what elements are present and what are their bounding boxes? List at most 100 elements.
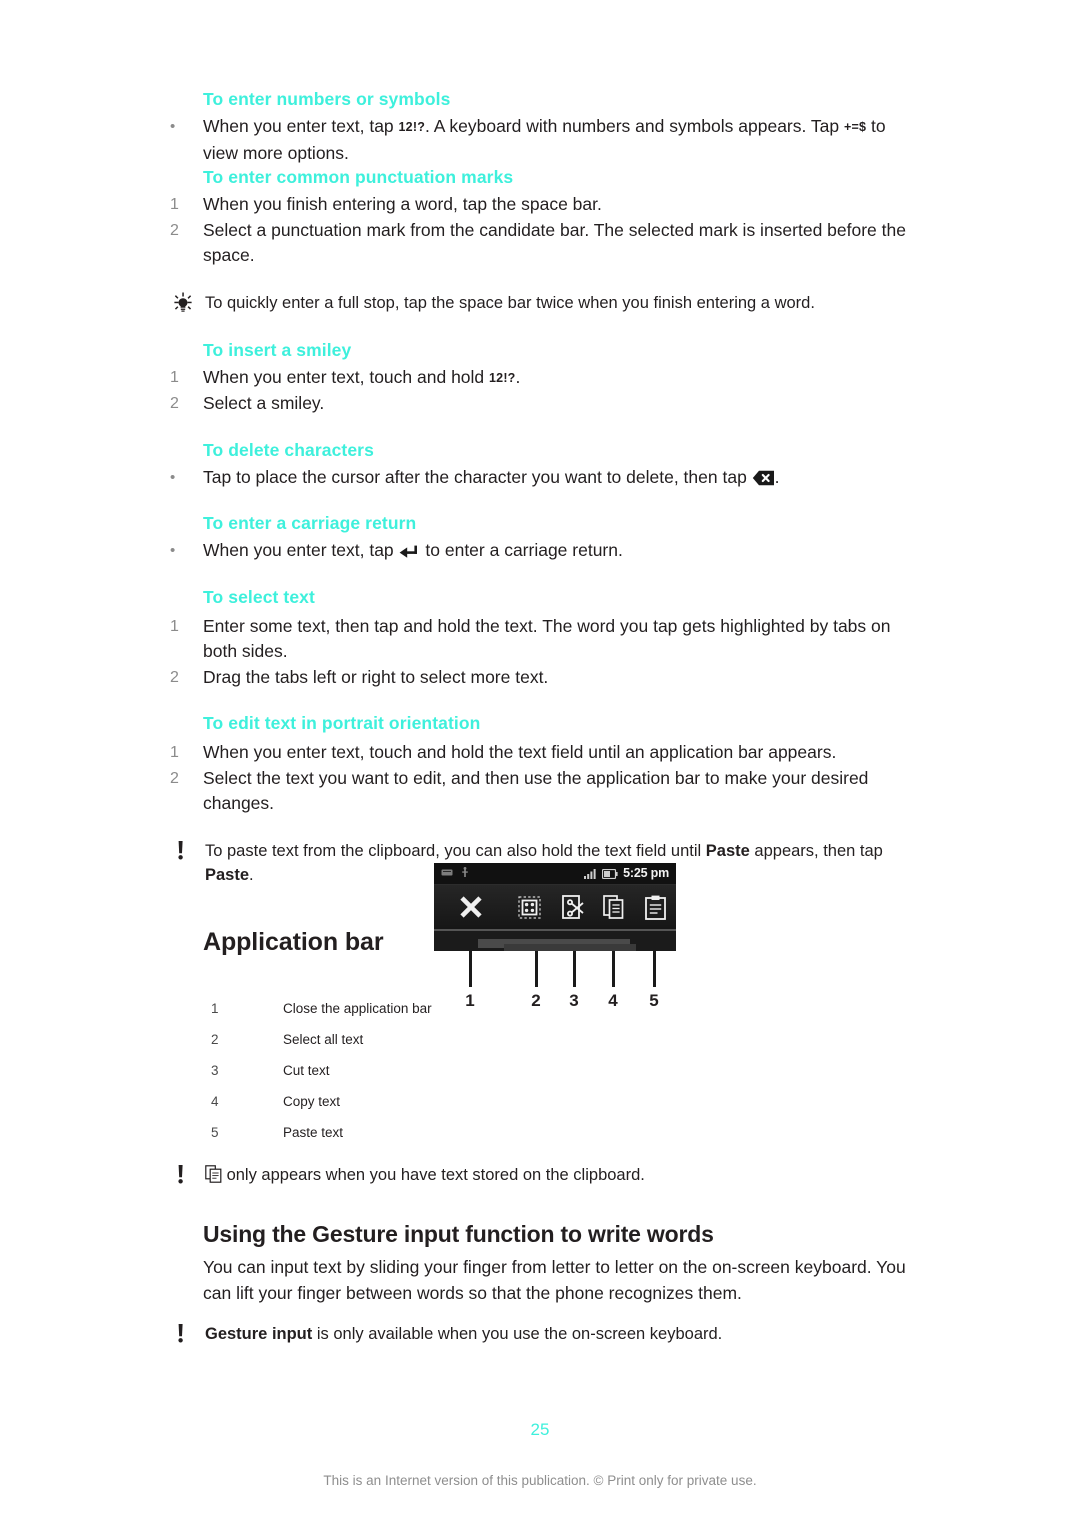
list-marker: 2 [170,395,179,412]
list-item-text: Select a smiley. [203,393,325,413]
leader-line-1 [469,951,472,987]
note-clipboard-icon-visibility: only appears when you have text stored o… [170,1163,910,1187]
strip-bar-lower [504,944,636,951]
text-run: . [774,466,780,487]
leader-line-4 [612,951,615,987]
legend-number: 2 [211,1032,219,1047]
heading-to-insert-a-smiley: To insert a smiley [203,339,352,360]
list-marker: 1 [170,744,179,761]
bold-gesture-input: Gesture input [205,1325,313,1343]
document-page: To enter numbers or symbols • When you e… [0,0,1080,1527]
legend-label: Close the application bar [283,1001,432,1016]
legend-number: 5 [211,1125,219,1140]
usb-icon [461,867,469,878]
note-text: Gesture input is only available when you… [203,1322,910,1346]
list-item: 1 When you finish entering a word, tap t… [170,192,910,218]
text-run: . [515,366,521,387]
legend-row: 2 Select all text [203,1024,763,1055]
legend-label: Select all text [283,1032,364,1047]
legend-number: 3 [211,1063,219,1078]
bold-paste-2: Paste [205,865,250,884]
heading-to-select-text: To select text [203,586,315,607]
text-run: To paste text from the clipboard, you ca… [205,841,706,860]
heading-to-enter-numbers-or-symbols: To enter numbers or symbols [203,89,451,109]
list-item-text: Enter some text, then tap and hold the t… [203,615,891,662]
copy-documents-icon[interactable] [594,885,634,929]
text-run: . [249,865,254,884]
text-run: only appears when you have text stored o… [222,1166,645,1184]
status-bar-right-icons: 5:25 pm [584,865,669,882]
list-marker: • [170,542,176,559]
callout-leader-lines [434,951,676,991]
bold-paste-1: Paste [705,841,750,860]
lightbulb-tip-icon [170,292,196,314]
battery-icon [602,868,618,879]
message-icon [441,868,453,877]
key-glyph-12: 12!? [489,370,516,385]
leader-line-3 [573,951,576,987]
text-run: appears, then tap [749,841,883,860]
cut-scissors-icon[interactable] [552,885,594,929]
list-item-text: Drag the tabs left or right to select mo… [203,666,549,687]
list-marker: • [170,118,176,135]
list-item-text: When you enter text, touch and hold the … [203,742,837,762]
list-item: 2 Select the text you want to edit, and … [170,766,910,817]
leader-line-5 [653,951,656,987]
status-bar-left-icons [441,867,469,878]
list-item: • Tap to place the cursor after the char… [170,465,910,491]
phone-screenshot: 5:25 pm [434,863,676,951]
phone-text-field-strip [434,931,676,951]
phone-application-bar [434,885,676,931]
list-marker: 2 [170,668,179,686]
footer-notice: This is an Internet version of this publ… [323,1473,757,1488]
legend-number: 4 [211,1094,219,1109]
list-item-text: When you enter text, tap 12!?. A keyboar… [203,114,910,166]
text-run: Tap to place the cursor after the charac… [203,466,752,487]
heading-to-delete-characters: To delete characters [203,439,374,460]
key-glyph-12: 12!? [398,120,426,134]
list-item: 2 Drag the tabs left or right to select … [170,665,910,691]
exclamation-note-icon [170,1323,196,1345]
list-item: 2 Select a smiley. [170,391,910,417]
select-all-grid-icon[interactable] [507,885,552,929]
text-run: When you enter text, touch and hold [203,366,490,387]
phone-status-bar: 5:25 pm [434,863,676,885]
backspace-key-icon [752,470,775,486]
page-content: To enter numbers or symbols • When you e… [170,88,910,957]
leader-line-2 [535,951,538,987]
list-item-text: When you finish entering a word, tap the… [203,194,602,214]
tip-full-stop: To quickly enter a full stop, tap the sp… [170,291,910,315]
status-bar-clock: 5:25 pm [623,866,669,880]
gesture-paragraph: You can input text by sliding your finge… [203,1257,906,1303]
list-item-text: Select the text you want to edit, and th… [203,767,869,814]
list-item: 1 When you enter text, touch and hold 12… [170,365,910,392]
legend-number: 1 [211,1001,219,1016]
text-run: is only available when you use the on-sc… [312,1325,723,1343]
list-item: • When you enter text, tap to enter a ca… [170,538,910,564]
list-marker: 1 [170,617,179,635]
note-text: only appears when you have text stored o… [203,1163,910,1187]
paste-clipboard-icon[interactable] [634,885,676,929]
legend-row: 3 Cut text [203,1055,763,1086]
heading-to-edit-text-in-portrait-orientation: To edit text in portrait orientation [203,713,481,733]
list-item: 1 When you enter text, touch and hold th… [170,740,910,766]
tip-text: To quickly enter a full stop, tap the sp… [205,293,815,312]
list-marker: • [170,468,176,486]
legend-label: Cut text [283,1063,330,1078]
heading-to-enter-a-carriage-return: To enter a carriage return [203,513,417,533]
list-item-text: When you enter text, tap to enter a carr… [203,538,910,564]
legend-label: Paste text [283,1125,344,1140]
list-item-text: Select a punctuation mark from the candi… [203,219,906,266]
list-item: 2 Select a punctuation mark from the can… [170,218,910,269]
application-bar-legend: 1 Close the application bar 2 Select all… [203,993,763,1148]
list-item: 1 Enter some text, then tap and hold the… [170,614,910,665]
list-marker: 1 [170,368,179,386]
list-item-text: Tap to place the cursor after the charac… [203,465,910,491]
list-marker: 2 [170,221,179,239]
key-glyph-plus-equals-dollar: +=$ [844,120,867,134]
close-x-icon[interactable] [434,885,507,929]
list-marker: 1 [170,196,179,213]
text-run: When you enter text, tap [203,116,399,136]
copy-paste-icon [205,1165,222,1183]
page-content-lower: only appears when you have text stored o… [170,1163,910,1346]
